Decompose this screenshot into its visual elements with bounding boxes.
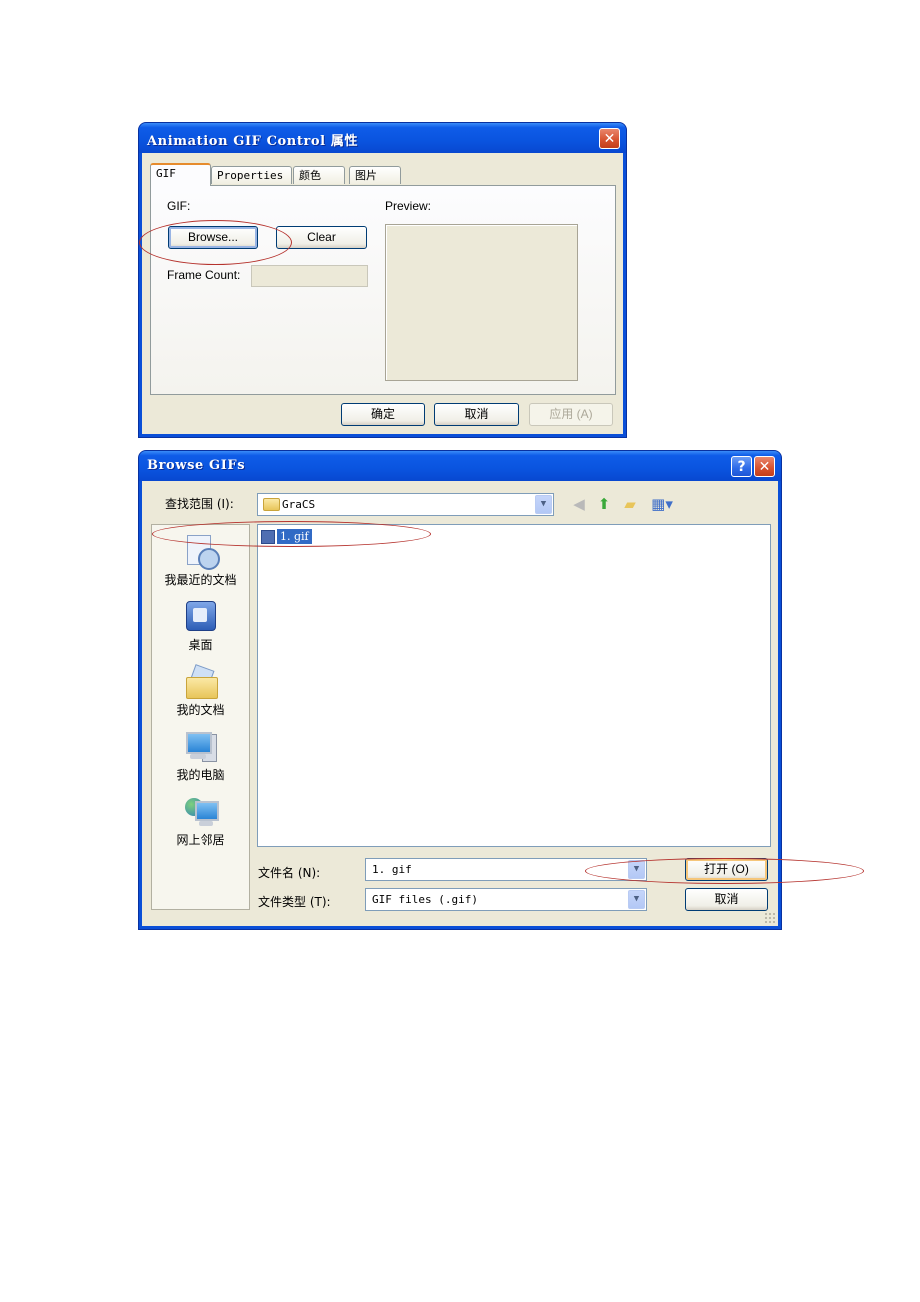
filetype-value: GIF files (.gif)	[372, 893, 478, 906]
new-folder-icon[interactable]: ▰	[620, 494, 640, 514]
my-documents-icon	[184, 664, 218, 699]
open-button[interactable]: 打开 (O)	[685, 858, 768, 881]
place-network[interactable]: 网上邻居	[152, 795, 249, 848]
dialog-title: Animation GIF Control 属性	[147, 134, 359, 149]
place-desktop[interactable]: 桌面	[152, 600, 249, 653]
help-icon: ?	[737, 459, 746, 475]
filename-label: 文件名 (N):	[258, 866, 321, 880]
place-my-documents[interactable]: 我的文档	[152, 664, 249, 718]
look-in-label: 查找范围 (I):	[165, 497, 234, 511]
close-button[interactable]: ✕	[754, 456, 775, 477]
places-bar: 我最近的文档 桌面 我的文档 我的电脑 网上邻居	[151, 524, 250, 910]
animation-gif-properties-dialog: Animation GIF Control 属性 ✕ GIF Propertie…	[139, 123, 626, 437]
network-places-icon	[184, 795, 219, 829]
look-in-value: GraCS	[282, 498, 316, 511]
filetype-combo[interactable]: GIF files (.gif) ▼	[365, 888, 647, 911]
file-list[interactable]: 1. gif	[257, 524, 771, 847]
gif-group-label: GIF:	[167, 199, 191, 213]
dialog-client-area: GIF Properties 颜色 图片 GIF: Browse... Clea…	[142, 153, 623, 434]
title-bar[interactable]: Browse GIFs ? ✕	[139, 451, 781, 481]
place-recent-documents[interactable]: 我最近的文档	[152, 535, 249, 588]
frame-count-field	[251, 265, 368, 287]
ok-button[interactable]: 确定	[341, 403, 425, 426]
chevron-down-icon[interactable]: ▼	[628, 890, 645, 909]
cancel-button[interactable]: 取消	[434, 403, 519, 426]
browse-gifs-dialog: Browse GIFs ? ✕ 查找范围 (I): GraCS ▼ ◀ ⬆ ▰ …	[139, 451, 781, 929]
help-button[interactable]: ?	[731, 456, 752, 477]
folder-icon	[263, 498, 280, 511]
filename-value: 1. gif	[372, 863, 412, 876]
up-folder-icon[interactable]: ⬆	[594, 494, 614, 514]
preview-area	[385, 224, 578, 381]
title-bar[interactable]: Animation GIF Control 属性 ✕	[139, 123, 626, 153]
gif-tab-panel: GIF: Browse... Clear Frame Count: Previe…	[150, 185, 616, 395]
preview-label: Preview:	[385, 199, 432, 213]
tab-pictures[interactable]: 图片	[349, 166, 401, 184]
file-name: 1. gif	[277, 529, 312, 544]
view-menu-icon[interactable]: ▦▾	[648, 494, 676, 514]
look-in-combo[interactable]: GraCS ▼	[257, 493, 554, 516]
recent-documents-icon	[184, 535, 220, 570]
filename-combo[interactable]: 1. gif ▼	[365, 858, 647, 881]
apply-button[interactable]: 应用 (A)	[529, 403, 613, 426]
close-icon: ✕	[603, 131, 616, 147]
tab-gif[interactable]: GIF	[150, 163, 211, 186]
tab-colors[interactable]: 颜色	[293, 166, 345, 184]
resize-grip[interactable]	[764, 912, 776, 924]
gif-file-icon	[261, 529, 275, 544]
back-icon[interactable]: ◀	[569, 494, 589, 514]
clear-button[interactable]: Clear	[276, 226, 367, 249]
dialog-client-area: 查找范围 (I): GraCS ▼ ◀ ⬆ ▰ ▦▾ 我最近的文档 桌面 我的文…	[142, 481, 778, 926]
place-my-computer[interactable]: 我的电脑	[152, 730, 249, 783]
frame-count-label: Frame Count:	[167, 268, 241, 282]
close-icon: ✕	[758, 459, 771, 475]
chevron-down-icon[interactable]: ▼	[628, 860, 645, 879]
close-button[interactable]: ✕	[599, 128, 620, 149]
tab-properties[interactable]: Properties	[211, 166, 292, 184]
dialog-title: Browse GIFs	[147, 458, 246, 473]
file-item[interactable]: 1. gif	[261, 528, 312, 545]
desktop-icon	[184, 600, 218, 634]
cancel-button[interactable]: 取消	[685, 888, 768, 911]
browse-button[interactable]: Browse...	[168, 226, 258, 249]
my-computer-icon	[184, 730, 218, 764]
chevron-down-icon[interactable]: ▼	[535, 495, 552, 514]
filetype-label: 文件类型 (T):	[258, 895, 331, 909]
